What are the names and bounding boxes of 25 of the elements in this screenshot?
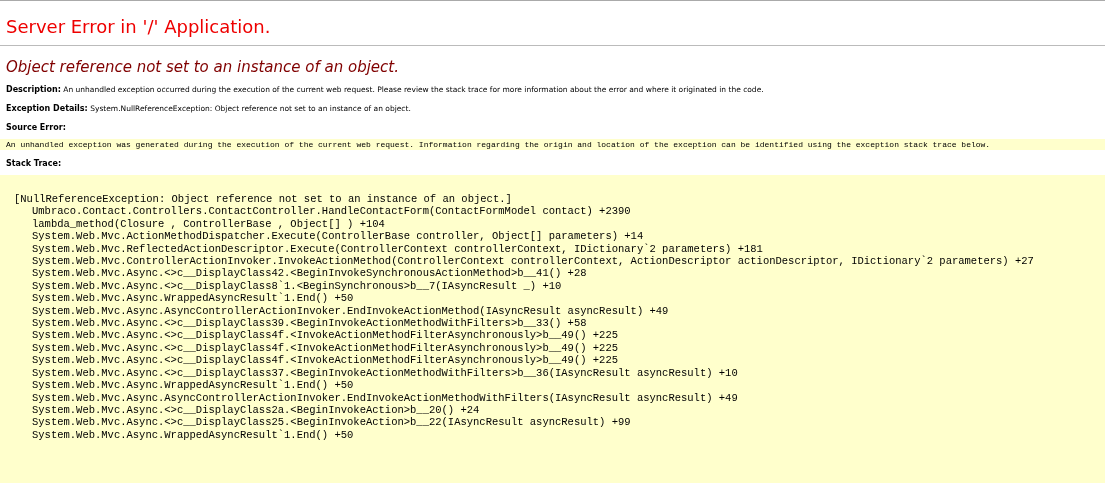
error-message: Object reference not set to an instance of an object. — [6, 58, 400, 76]
stack-frame-line: System.Web.Mvc.Async.<>c__DisplayClass4f.<InvokeActionMethodFilterAsynchronously>b__49() +225 — [32, 354, 618, 367]
stack-frame-line: System.Web.Mvc.Async.AsyncControllerActionInvoker.EndInvokeActionMethod(IAsyncResult asyncResult) +49 — [32, 304, 669, 318]
stack-frame-line: System.Web.Mvc.Async.<>c__DisplayClass25.<BeginInvokeAction>b__22(IAsyncResult asyncResult) +99 — [32, 416, 631, 429]
stack-frame-line: System.Web.Mvc.Async.WrappedAsyncResult`1.End() +50 — [32, 292, 354, 305]
stack-frame-line: System.Web.Mvc.ControllerActionInvoker.InvokeActionMethod(ControllerContext controllerContext, ActionDescriptor actionDescriptor, IDictionary`2 parameters) +27 — [32, 255, 1034, 268]
stack-frame-line: System.Web.Mvc.Async.<>c__DisplayClass8`1.<BeginSynchronous>b__7(IAsyncResult _) +10 — [32, 279, 562, 292]
stack-frame-line: System.Web.Mvc.Async.<>c__DisplayClass42.<BeginInvokeSynchronousActionMethod>b__41() +28 — [32, 267, 587, 280]
stack-frame-line: System.Web.Mvc.Async.<>c__DisplayClass2a.<BeginInvokeAction>b__20() +24 — [32, 403, 480, 417]
stack-frame-line: System.Web.Mvc.Async.WrappedAsyncResult`1.End() +50 — [32, 428, 354, 442]
page-title: Server Error in '/' Application. — [5, 15, 272, 39]
stack-frame-line: System.Web.Mvc.ActionMethodDispatcher.Execute(ControllerBase controller, Object[] parameters) +14 — [32, 230, 644, 243]
source-error-panel: An unhandled exception was generated during the execution of the current web request. Information regarding the origin and location of the exception can be identified using the exception stack trace below. — [0, 139, 1105, 150]
stack-frame-line: System.Web.Mvc.Async.AsyncControllerActionInvoker.EndInvokeActionMethodWithFilters(IAsyncResult asyncResult) +49 — [32, 391, 738, 404]
stack-frame-line: System.Web.Mvc.ReflectedActionDescriptor.Execute(ControllerContext controllerContext, IDictionary`2 parameters) +181 — [32, 242, 763, 256]
stack-frame-line: Umbraco.Contact.Controllers.ContactController.HandleContactForm(ContactFormModel contact) +2390 — [32, 205, 631, 218]
exception-line: [NullReferenceException: Object reference not set to an instance of an object.] — [14, 193, 512, 206]
stack-trace-heading: Stack Trace: — [6, 158, 63, 169]
stack-frame-line: System.Web.Mvc.Async.<>c__DisplayClass37.<BeginInvokeActionMethodWithFilters>b__36(IAsyncResult asyncResult) +10 — [32, 366, 738, 379]
stack-frame-line: System.Web.Mvc.Async.<>c__DisplayClass4f.<InvokeActionMethodFilterAsynchronously>b__49() +225 — [32, 329, 618, 342]
stack-frame-line: lambda_method(Closure , ControllerBase , Object[] ) +104 — [32, 217, 385, 231]
stack-frame-line: System.Web.Mvc.Async.<>c__DisplayClass39.<BeginInvokeActionMethodWithFilters>b__33() +58 — [32, 317, 587, 330]
stack-frame-line: System.Web.Mvc.Async.WrappedAsyncResult`1.End() +50 — [32, 379, 354, 392]
source-error-heading: Source Error: — [6, 122, 67, 133]
stack-frame-line: System.Web.Mvc.Async.<>c__DisplayClass4f.<InvokeActionMethodFilterAsynchronously>b__49() +225 — [32, 341, 618, 355]
